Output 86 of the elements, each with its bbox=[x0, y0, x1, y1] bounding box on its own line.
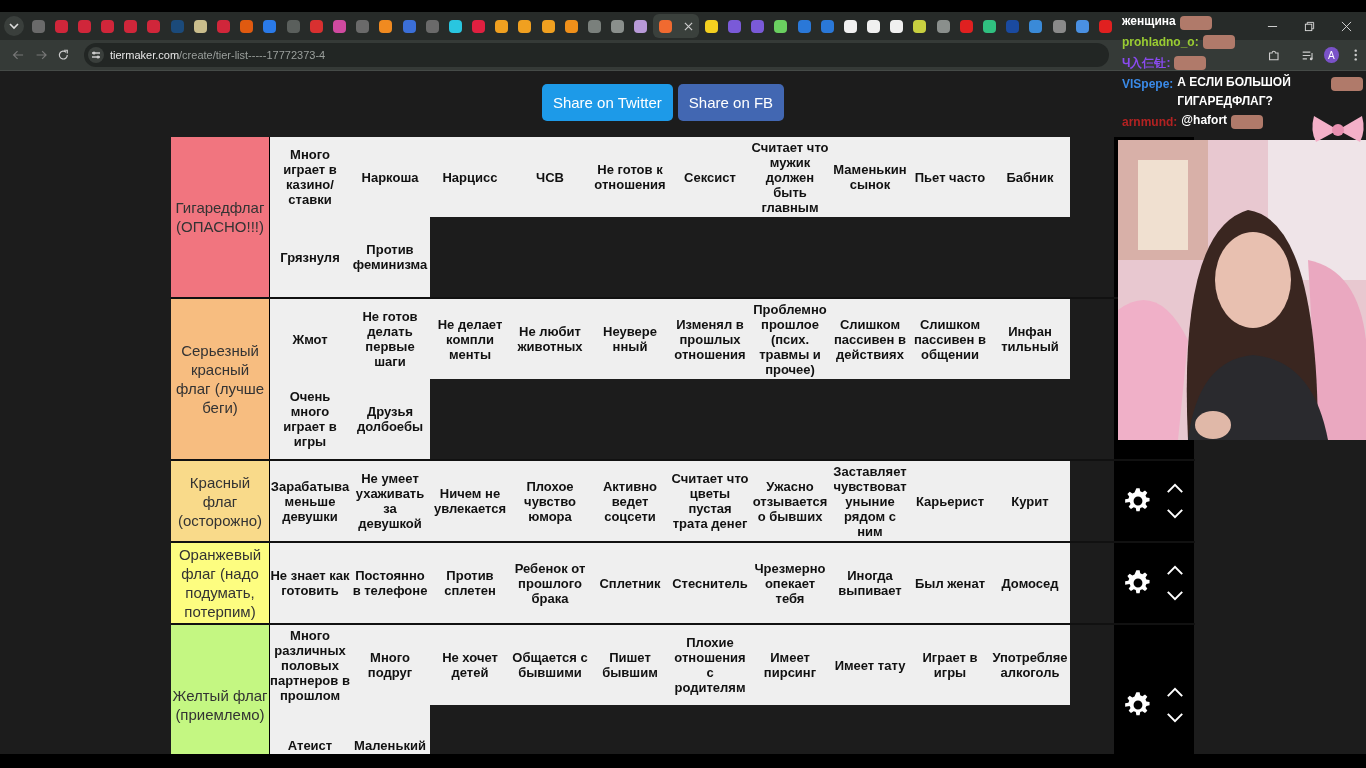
tier-item[interactable]: Пьет часто bbox=[910, 137, 990, 217]
tier-item[interactable]: Инфан тильный bbox=[990, 299, 1070, 379]
tier-item[interactable]: Чрезмерно опекает тебя bbox=[750, 543, 830, 623]
tier-item[interactable]: Плохое чувство юмора bbox=[510, 461, 590, 541]
tier-item[interactable]: Сексист bbox=[670, 137, 750, 217]
tier-item[interactable]: Нарцисс bbox=[430, 137, 510, 217]
site-settings-icon[interactable] bbox=[87, 47, 104, 63]
chat-username: Ч入仨钍: bbox=[1122, 56, 1171, 70]
tier-item[interactable]: Ужасно отзывается о бывших bbox=[750, 461, 830, 541]
forward-icon[interactable] bbox=[34, 48, 48, 62]
close-icon[interactable] bbox=[1341, 20, 1352, 32]
tier-label: Оранжевый флаг (надо подумать, потерпим) bbox=[171, 543, 270, 623]
menu-icon[interactable] bbox=[1352, 48, 1358, 62]
tier-item[interactable]: Много различных половых партнеров в прошлом bbox=[270, 625, 350, 705]
restore-icon[interactable] bbox=[1304, 20, 1315, 32]
share-button[interactable]: Share on FB bbox=[677, 84, 785, 121]
tier-item[interactable]: Активно ведет соцсети bbox=[590, 461, 670, 541]
tier-item[interactable]: Не умеет ухаживать за девушкой bbox=[350, 461, 430, 541]
tier-item[interactable]: Общается с бывшими bbox=[510, 625, 590, 705]
tier-item[interactable]: Сплетник bbox=[590, 543, 670, 623]
tier-item[interactable]: Не знает как готовить bbox=[270, 543, 350, 623]
close-icon bbox=[684, 21, 694, 31]
chevron-up-icon[interactable] bbox=[1166, 483, 1184, 494]
tier-item[interactable]: Иногда выпивает bbox=[830, 543, 910, 623]
tier-item[interactable]: Грязнуля bbox=[270, 217, 350, 297]
chat-username: VISpepe: bbox=[1122, 77, 1174, 91]
tier-label: Красный флаг (осторожно) bbox=[171, 461, 270, 541]
tier-item[interactable]: Проблемно прошлое (псих. травмы и прочее) bbox=[750, 299, 830, 379]
tier-item[interactable]: Играет в игры bbox=[910, 625, 990, 705]
chevron-down-icon[interactable] bbox=[1166, 508, 1184, 519]
tier-item[interactable]: Имеет пирсинг bbox=[750, 625, 830, 705]
chat-message: @hafort bbox=[1181, 112, 1228, 129]
tier-item[interactable]: Очень много играет в игры bbox=[270, 379, 350, 459]
chevron-up-icon[interactable] bbox=[1166, 565, 1184, 576]
tier-item[interactable]: Друзья долбоебы bbox=[350, 379, 430, 459]
tier-item[interactable]: Заставляет чувствоват уныние рядом с ним bbox=[830, 461, 910, 541]
tier-item[interactable]: Против феминизма bbox=[350, 217, 430, 297]
tier-item[interactable]: Имеет тату bbox=[830, 625, 910, 705]
tier-label: Серьезный красный флаг (лучше беги) bbox=[171, 299, 270, 459]
tier-item[interactable]: Не любит животных bbox=[510, 299, 590, 379]
tier-item[interactable]: Против сплетен bbox=[430, 543, 510, 623]
tier-item[interactable]: Плохие отношения с родителям bbox=[670, 625, 750, 705]
tier-item[interactable]: Ничем не увлекается bbox=[430, 461, 510, 541]
tier-item[interactable]: Изменял в прошлых отношения bbox=[670, 299, 750, 379]
tier-item[interactable]: Употребляе алкоголь bbox=[990, 625, 1070, 705]
url-text: tiermaker.com/create/tier-list-----17772373-4 bbox=[109, 49, 326, 61]
tier-item[interactable]: Не готов к отношения bbox=[590, 137, 670, 217]
tier-item[interactable]: Карьерист bbox=[910, 461, 990, 541]
chevron-down-icon[interactable] bbox=[1166, 712, 1184, 723]
tier-item[interactable]: Ребенок от прошлого брака bbox=[510, 543, 590, 623]
tier-item[interactable]: Не готов делать первые шаги bbox=[350, 299, 430, 379]
tier-item[interactable]: Зарабатыва меньше девушки bbox=[270, 461, 350, 541]
tier-item[interactable]: Стеснитель bbox=[670, 543, 750, 623]
tier-item[interactable]: Пишет бывшим bbox=[590, 625, 670, 705]
tier-item[interactable]: Был женат bbox=[910, 543, 990, 623]
tier-item[interactable]: Постоянно в телефоне bbox=[350, 543, 430, 623]
tier-item[interactable]: Считает что мужик должен быть главным bbox=[750, 137, 830, 217]
chat-username: prohladno_o: bbox=[1122, 35, 1199, 49]
tier-item[interactable]: Много играет в казино/ ставки bbox=[270, 137, 350, 217]
profile-button[interactable]: A bbox=[1324, 47, 1339, 63]
chat-username: arnmund: bbox=[1122, 115, 1178, 129]
tab-list-icon[interactable] bbox=[4, 16, 24, 36]
tier-item[interactable]: Не хочет детей bbox=[430, 625, 510, 705]
tier-item[interactable]: Курит bbox=[990, 461, 1070, 541]
tier-item[interactable]: Много подруг bbox=[350, 625, 430, 705]
chat-message: женщина bbox=[1122, 13, 1176, 30]
tier-item[interactable]: Слишком пассивен в действиях bbox=[830, 299, 910, 379]
tier-item[interactable]: ЧСВ bbox=[510, 137, 590, 217]
chat-message: А ЕСЛИ БОЛЬШОЙ ГИГАРЕДФЛАГ? bbox=[1177, 73, 1292, 110]
tier-item[interactable]: Слишком пассивен в общении bbox=[910, 299, 990, 379]
tier-item[interactable]: Бабник bbox=[990, 137, 1070, 217]
tier-item[interactable]: Неувере нный bbox=[590, 299, 670, 379]
tier-item[interactable]: Маменькин сынок bbox=[830, 137, 910, 217]
tier-item[interactable]: Маленький bbox=[350, 705, 430, 754]
tier-item[interactable]: Домосед bbox=[990, 543, 1070, 623]
tier-item[interactable]: Атеист bbox=[270, 705, 350, 754]
tier-item[interactable]: Наркоша bbox=[350, 137, 430, 217]
chevron-down-icon[interactable] bbox=[1166, 590, 1184, 601]
tier-label: Гигаредфлаг (ОПАСНО!!!) bbox=[171, 137, 270, 297]
tier-item[interactable]: Считает что цветы пустая трата денег bbox=[670, 461, 750, 541]
tier-label: Желтый флаг (приемлемо) bbox=[171, 625, 270, 754]
address-bar[interactable]: tiermaker.com/create/tier-list-----17772373-4 bbox=[83, 43, 1109, 67]
tier-item[interactable]: Жмот bbox=[270, 299, 350, 379]
reload-icon[interactable] bbox=[57, 48, 70, 62]
chevron-up-icon[interactable] bbox=[1166, 687, 1184, 698]
tier-item[interactable]: Не делает компли менты bbox=[430, 299, 510, 379]
